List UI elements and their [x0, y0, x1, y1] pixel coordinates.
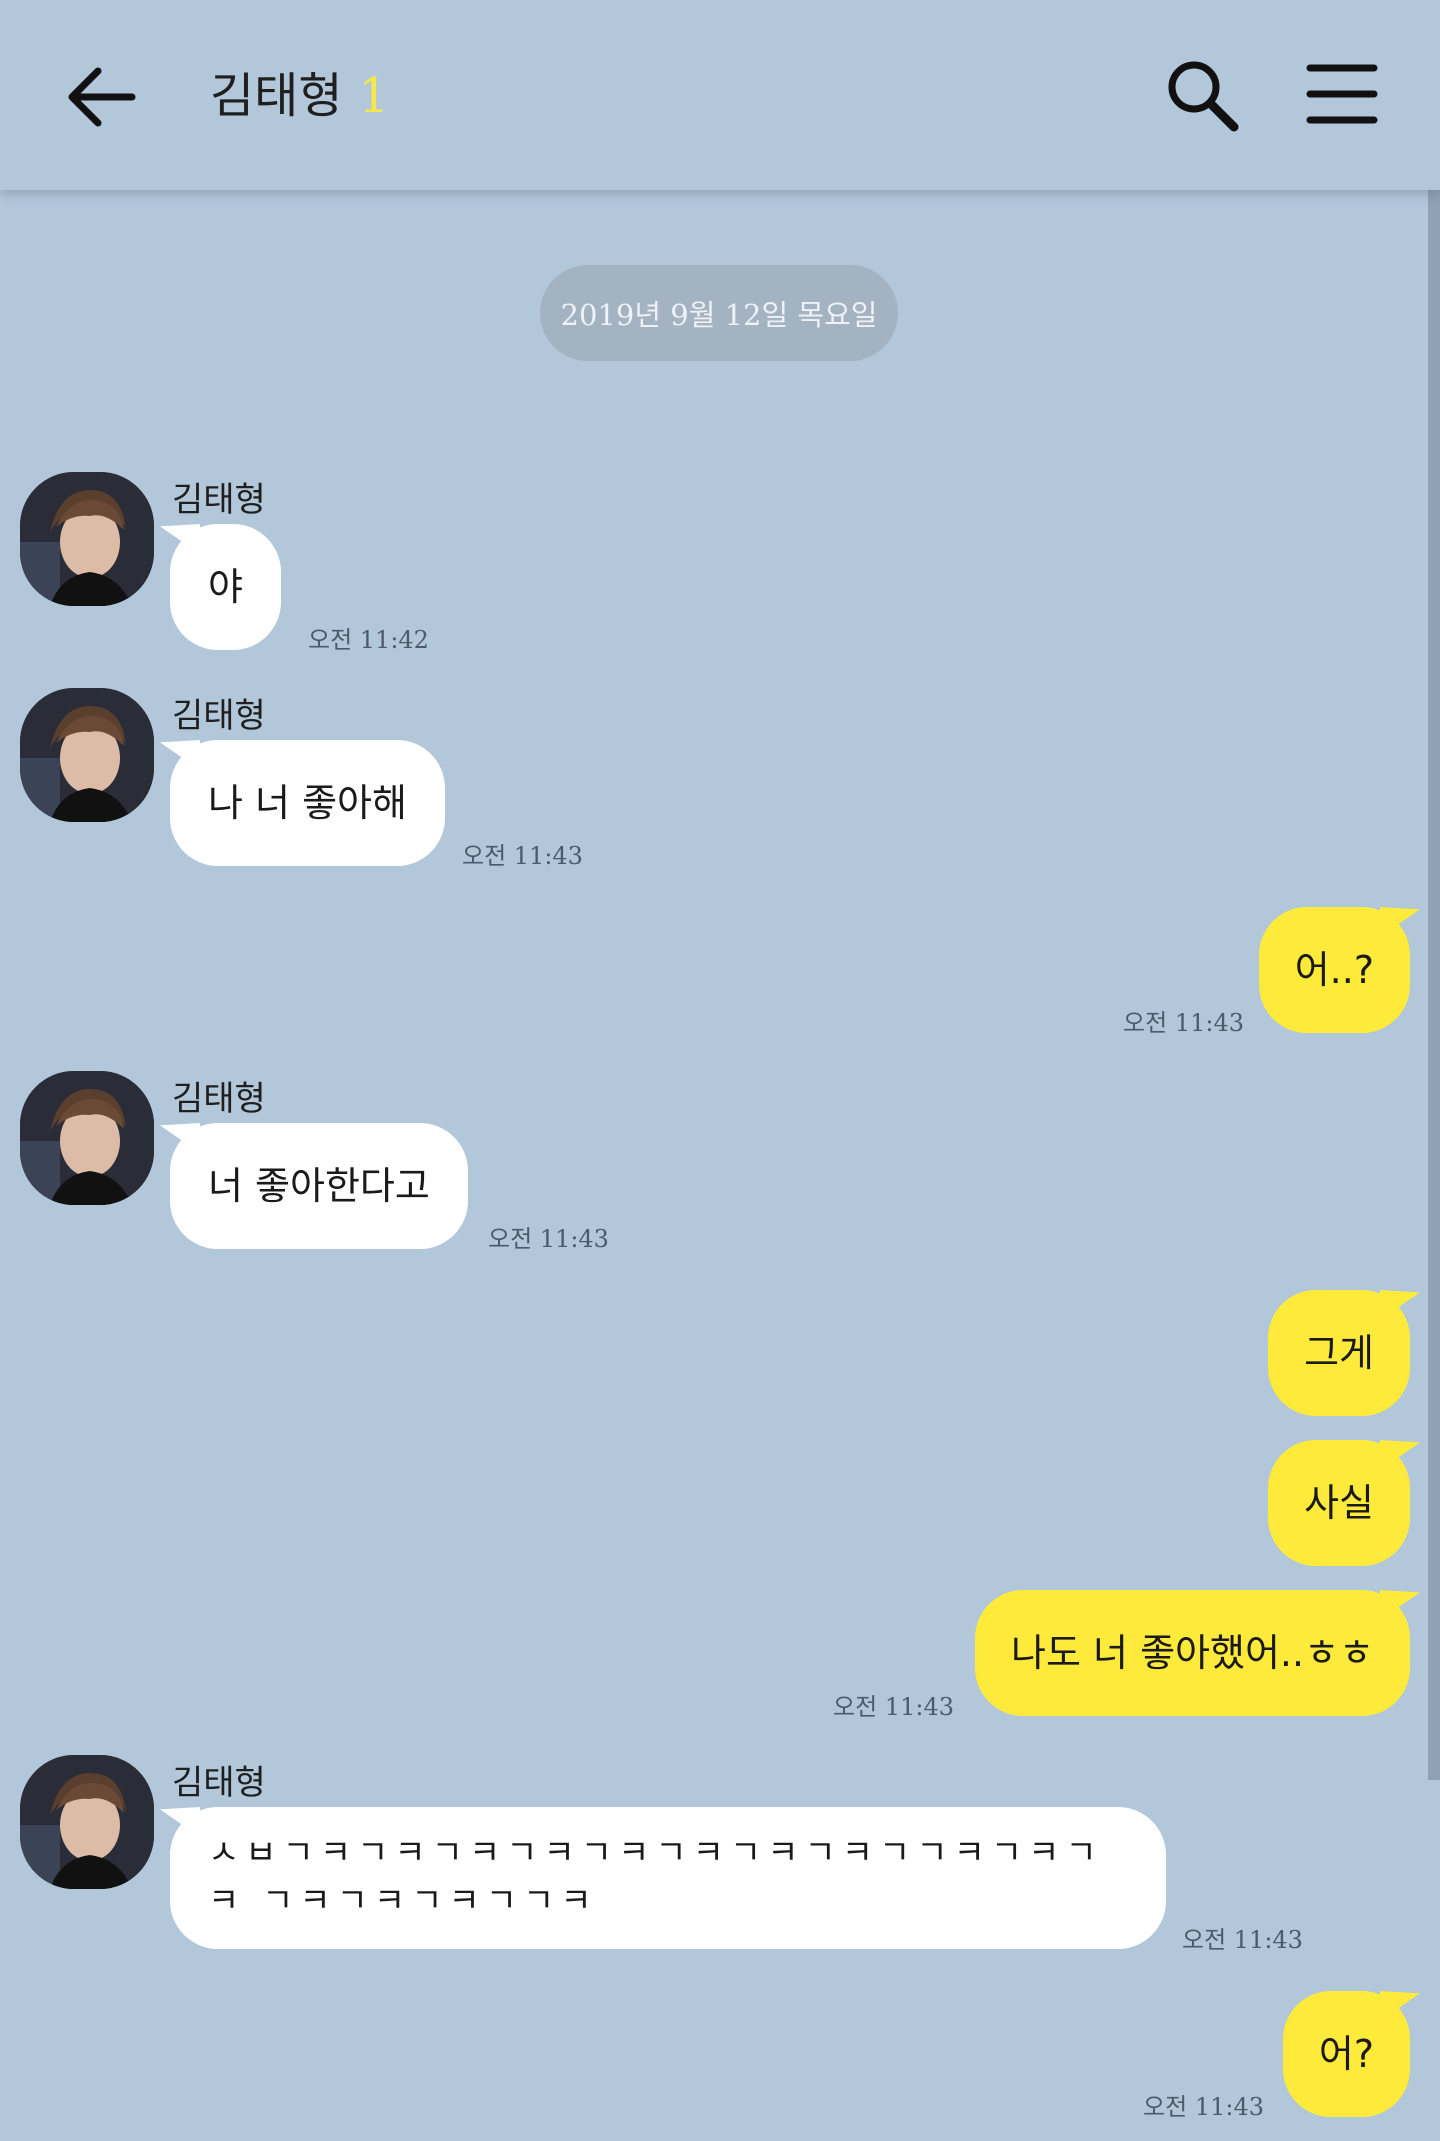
- message-time: 오전 11:43: [1143, 2093, 1264, 2121]
- sender-name: 김태형: [172, 1763, 266, 1803]
- avatar[interactable]: [20, 1071, 154, 1205]
- profile-photo: [20, 1071, 154, 1205]
- back-button[interactable]: [62, 58, 140, 136]
- contact-name: 김태형: [210, 68, 343, 124]
- outgoing-message-bubble[interactable]: 그게: [1268, 1290, 1410, 1416]
- message-time: 오전 11:43: [1182, 1926, 1303, 1954]
- scrollbar[interactable]: [1428, 190, 1440, 1780]
- profile-photo: [20, 688, 154, 822]
- profile-photo: [20, 472, 154, 606]
- outgoing-message-bubble[interactable]: 어..?: [1258, 907, 1410, 1033]
- chat-header: 김태형 1: [0, 0, 1440, 190]
- message-time: 오전 11:43: [462, 842, 583, 870]
- incoming-message-bubble[interactable]: ㅅㅂㄱㅋㄱㅋㄱㅋㄱㅋㄱㅋㄱㅋㄱㅋㄱㅋㄱㄱㅋㄱㅋㄱㅋ ㄱㅋㄱㅋㄱㅋㄱㄱㅋ: [170, 1807, 1166, 1949]
- message-text: 나 너 좋아해: [208, 781, 407, 825]
- incoming-message-bubble[interactable]: 야: [170, 524, 281, 650]
- search-icon: [1168, 61, 1239, 132]
- outgoing-message-bubble[interactable]: 사실: [1268, 1440, 1410, 1566]
- message-text: 그게: [1304, 1331, 1374, 1375]
- message-text: 나도 너 좋아했어..ㅎㅎ: [1011, 1631, 1374, 1675]
- profile-photo: [20, 1755, 154, 1889]
- sender-name: 김태형: [172, 696, 266, 736]
- message-text: 야: [208, 565, 243, 609]
- message-text: ㅅㅂㄱㅋㄱㅋㄱㅋㄱㅋㄱㅋㄱㅋㄱㅋㄱㅋㄱㄱㅋㄱㅋㄱㅋ ㄱㅋㄱㅋㄱㅋㄱㄱㅋ: [208, 1833, 1103, 1921]
- search-button[interactable]: [1162, 55, 1242, 135]
- message-time: 오전 11:43: [1123, 1009, 1244, 1037]
- message-time: 오전 11:43: [833, 1693, 954, 1721]
- message-text: 너 좋아한다고: [208, 1164, 430, 1208]
- message-text: 어?: [1318, 2032, 1374, 2076]
- arrow-left-icon: [68, 67, 136, 127]
- avatar[interactable]: [20, 472, 154, 606]
- chat-title: 김태형 1: [210, 62, 389, 130]
- message-time: 오전 11:42: [308, 626, 429, 654]
- hamburger-menu-icon: [1306, 64, 1378, 124]
- outgoing-message-bubble[interactable]: 나도 너 좋아했어..ㅎㅎ: [975, 1590, 1410, 1716]
- incoming-message-bubble[interactable]: 나 너 좋아해: [170, 740, 445, 866]
- incoming-message-bubble[interactable]: 너 좋아한다고: [170, 1123, 468, 1249]
- message-time: 오전 11:43: [488, 1225, 609, 1253]
- message-text: 사실: [1304, 1481, 1374, 1525]
- message-text: 어..?: [1294, 948, 1374, 992]
- sender-name: 김태형: [172, 1079, 266, 1119]
- avatar[interactable]: [20, 688, 154, 822]
- avatar[interactable]: [20, 1755, 154, 1889]
- date-divider: 2019년 9월 12일 목요일: [540, 265, 898, 361]
- menu-button[interactable]: [1306, 58, 1378, 130]
- sender-name: 김태형: [172, 480, 266, 520]
- outgoing-message-bubble[interactable]: 어?: [1282, 1991, 1410, 2117]
- unread-count-badge: 1: [358, 68, 390, 124]
